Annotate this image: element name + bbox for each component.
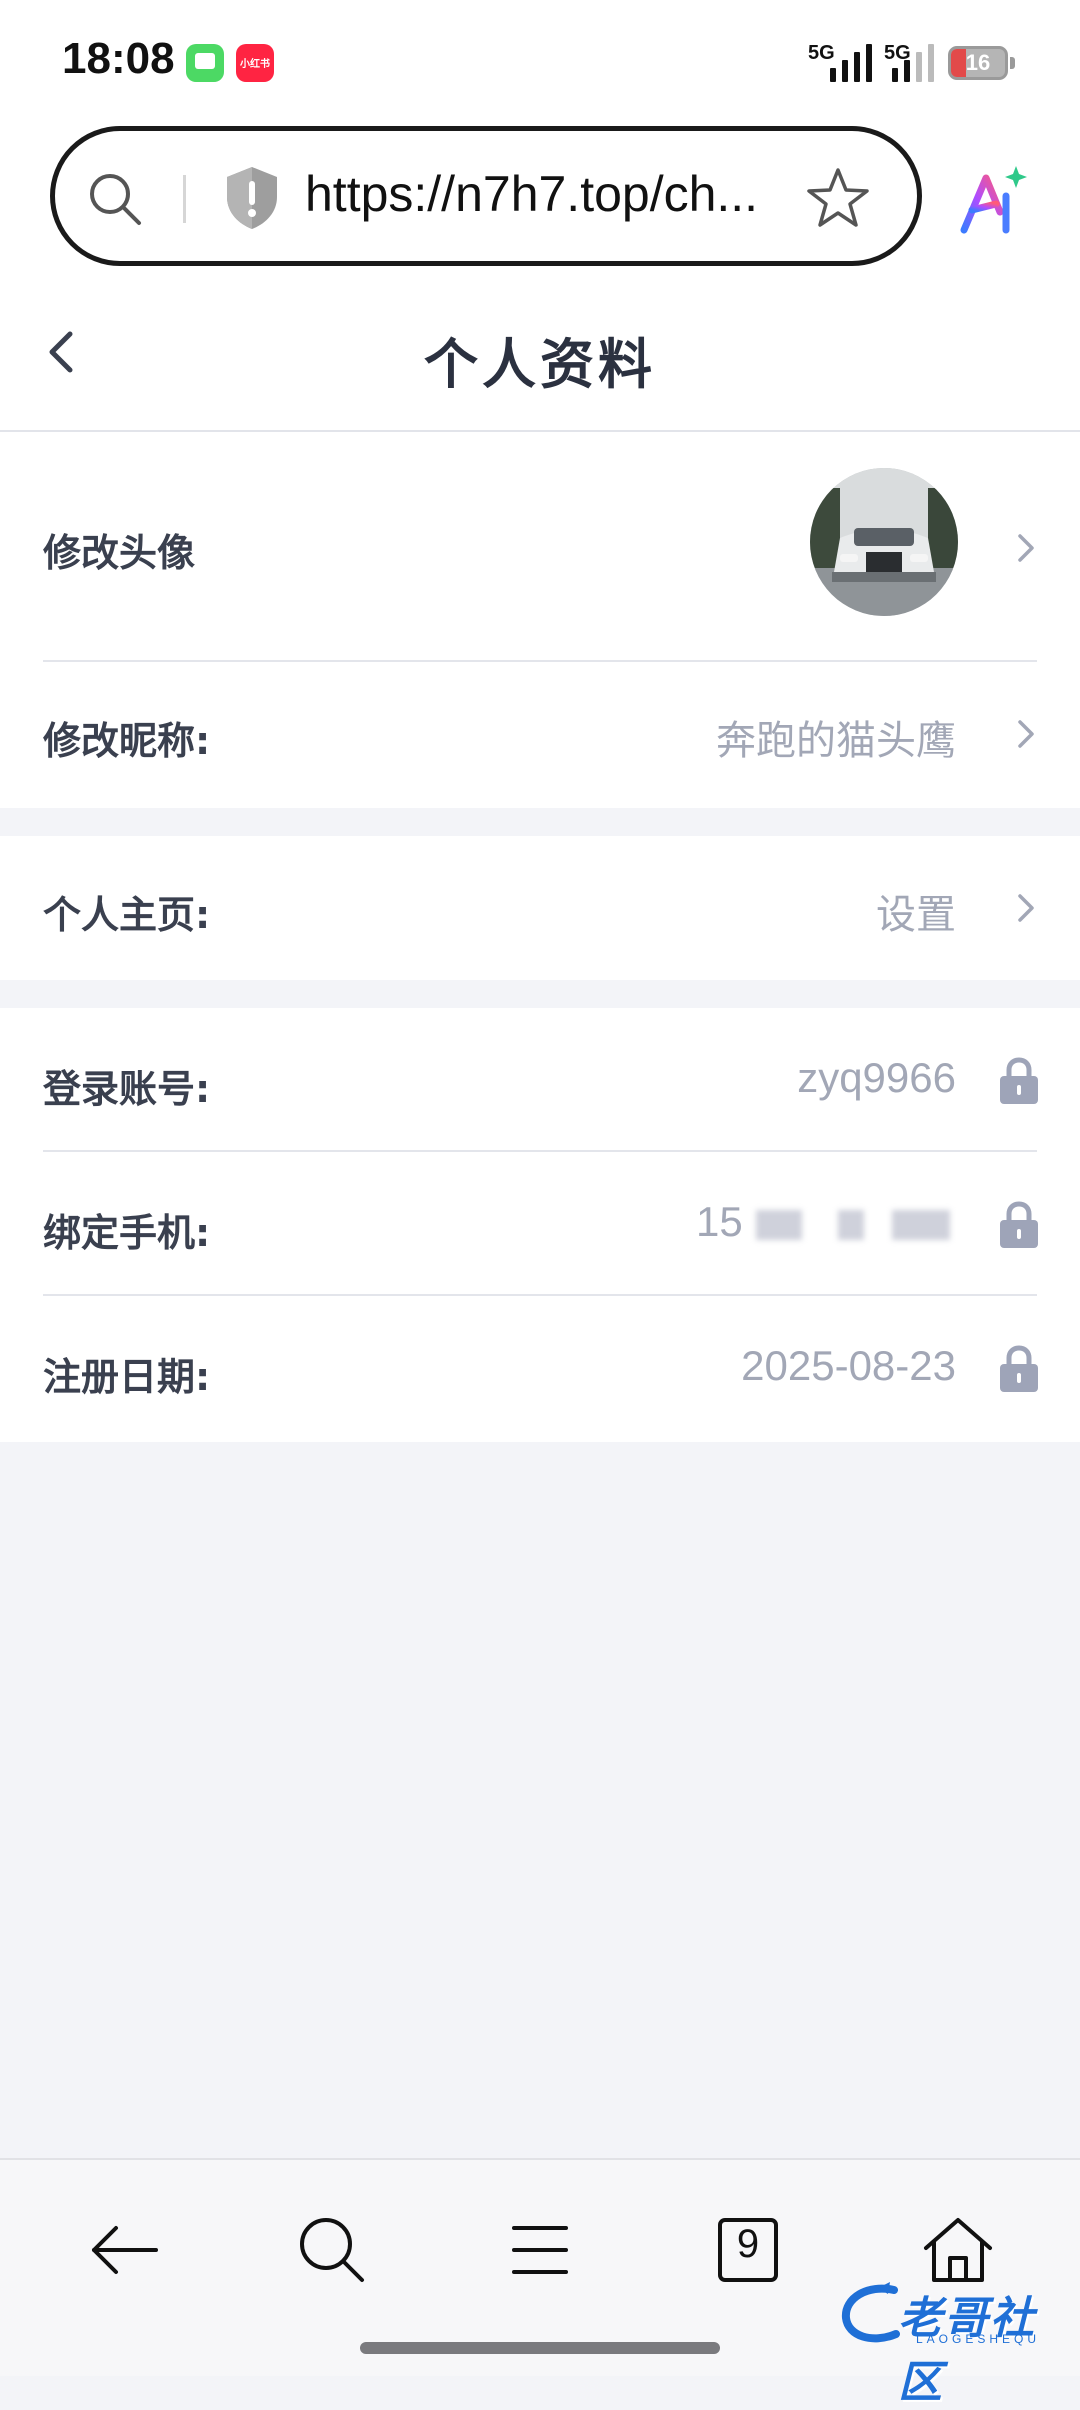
- signal-icon-2: [890, 42, 940, 82]
- messages-app-icon: [186, 44, 224, 82]
- register-date-label: 注册日期:: [43, 1355, 211, 1399]
- account-value: zyq9966: [797, 1054, 956, 1101]
- ai-assistant-icon[interactable]: [956, 164, 1030, 238]
- tabs-count: 9: [736, 2222, 760, 2266]
- status-bar: 18:08 小红书 5G 5G 16: [0, 0, 1080, 126]
- chevron-right-icon: [1018, 534, 1034, 562]
- nickname-row[interactable]: 修改昵称: 奔跑的猫头鹰: [0, 662, 1080, 808]
- chevron-right-icon: [1018, 720, 1034, 748]
- avatar-car-image: [810, 468, 958, 616]
- phone-redaction: [892, 1210, 950, 1240]
- register-date-value: 2025-08-23: [741, 1342, 956, 1389]
- phone-row: 绑定手机: 15: [0, 1152, 1080, 1296]
- avatar-row[interactable]: 修改头像: [0, 432, 1080, 662]
- phone-redaction: [838, 1210, 864, 1240]
- status-time: 18:08: [62, 34, 175, 83]
- page-title: 个人资料: [424, 333, 656, 396]
- watermark-logo: 老哥社区 LAOGESHEQU: [838, 2280, 1070, 2408]
- tabs-icon[interactable]: 9: [708, 2210, 788, 2290]
- homepage-row[interactable]: 个人主页: 设置: [0, 836, 1080, 980]
- avatar-label: 修改头像: [43, 531, 196, 575]
- account-row: 登录账号: zyq9966: [0, 1008, 1080, 1152]
- home-icon[interactable]: [918, 2210, 998, 2290]
- battery-level: 16: [965, 50, 991, 75]
- nickname-value: 奔跑的猫头鹰: [716, 718, 956, 764]
- account-group: 登录账号: zyq9966 绑定手机: 15 注册日期: 2025-08-23: [0, 1008, 1080, 1442]
- back-arrow-icon[interactable]: [84, 2210, 164, 2290]
- watermark-text: 老哥社区: [898, 2293, 1036, 2408]
- phone-visible-digits: 15: [696, 1198, 743, 1245]
- star-icon[interactable]: [805, 165, 871, 231]
- chevron-right-icon: [1018, 894, 1034, 922]
- address-bar[interactable]: https://n7h7.top/ch...: [50, 126, 922, 266]
- search-icon[interactable]: [85, 169, 145, 229]
- avatar[interactable]: [810, 468, 958, 616]
- address-divider: [183, 175, 186, 223]
- xiaohongshu-app-icon: 小红书: [236, 44, 274, 82]
- watermark-subtext: LAOGESHEQU: [916, 2332, 1041, 2346]
- url-text[interactable]: https://n7h7.top/ch...: [305, 165, 785, 223]
- account-label: 登录账号:: [43, 1067, 211, 1111]
- phone-redaction: [756, 1210, 802, 1240]
- profile-basic-group: 修改头像 修改昵称: 奔跑的猫头鹰: [0, 432, 1080, 808]
- shield-warning-icon[interactable]: [223, 165, 281, 231]
- phone-label: 绑定手机:: [43, 1211, 211, 1255]
- battery-tip: [1010, 57, 1015, 69]
- homepage-value: 设置: [876, 892, 956, 938]
- lock-icon: [1000, 1201, 1038, 1248]
- home-indicator[interactable]: [360, 2342, 720, 2354]
- browser-toolbar: https://n7h7.top/ch...: [0, 126, 1080, 276]
- battery-icon: 16: [948, 46, 1008, 80]
- nickname-label: 修改昵称:: [43, 719, 211, 763]
- search-icon[interactable]: [292, 2210, 372, 2290]
- signal-icon: [828, 42, 878, 82]
- phone-value: 15: [696, 1198, 956, 1246]
- page-header: 个人资料: [0, 276, 1080, 432]
- register-date-row: 注册日期: 2025-08-23: [0, 1296, 1080, 1442]
- homepage-group: 个人主页: 设置: [0, 836, 1080, 980]
- menu-icon[interactable]: [500, 2210, 580, 2290]
- lock-icon: [1000, 1057, 1038, 1104]
- lock-icon: [1000, 1345, 1038, 1392]
- homepage-label: 个人主页:: [43, 893, 211, 937]
